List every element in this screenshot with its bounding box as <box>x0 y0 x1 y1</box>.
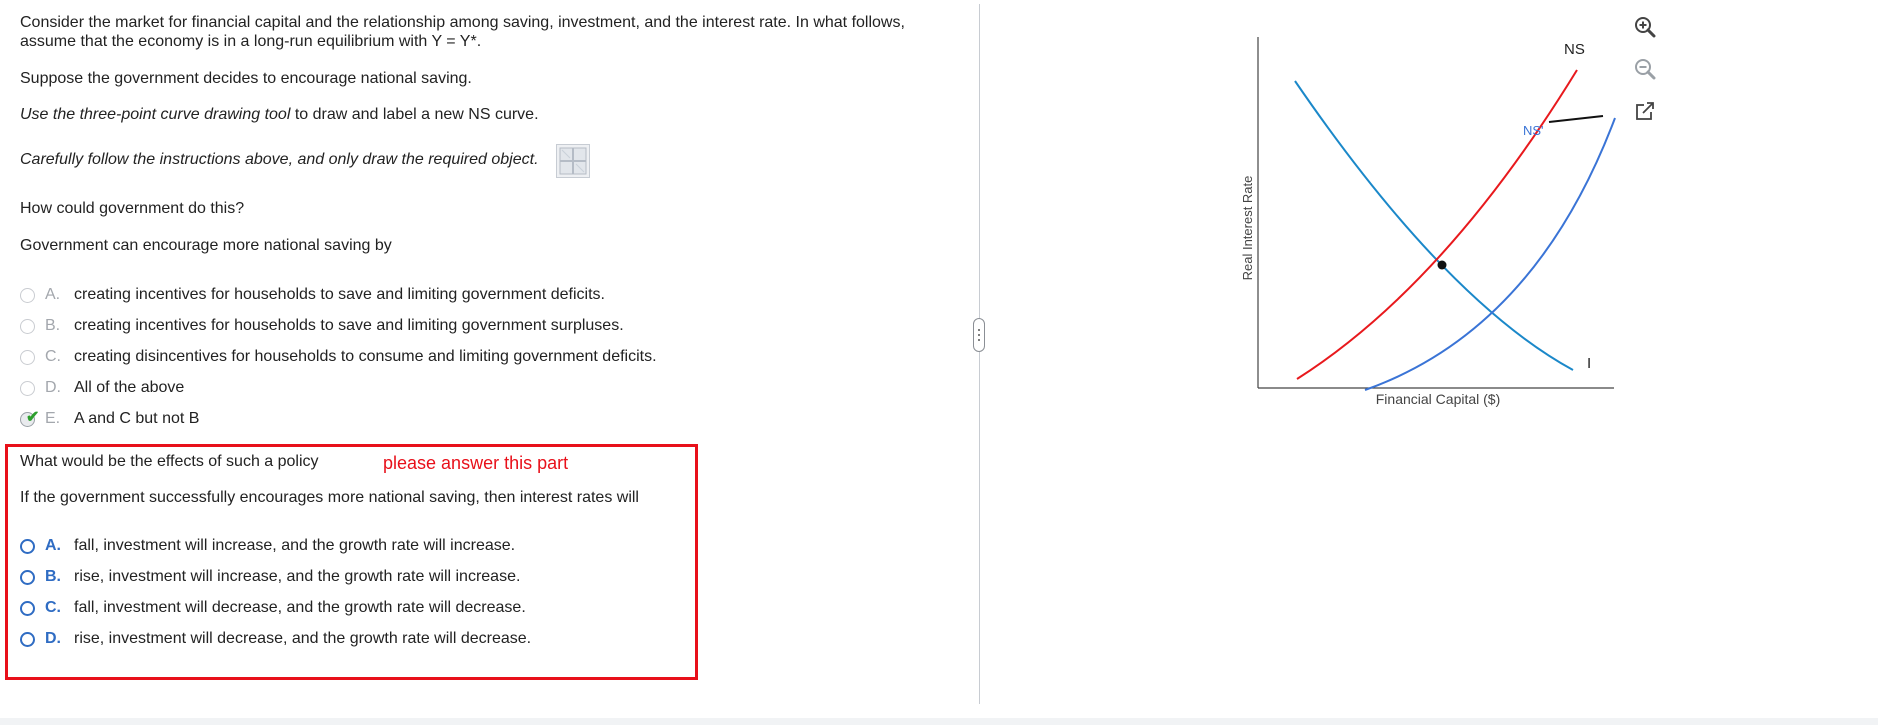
part1-question: How could government do this? <box>20 200 245 217</box>
option-text: fall, investment will decrease, and the … <box>74 599 526 616</box>
part1-option-c[interactable]: C. creating disincentives for households… <box>20 345 657 369</box>
instruction-rest: to draw and label a new NS curve. <box>290 106 539 123</box>
option-letter: A. <box>45 537 61 554</box>
option-text: creating incentives for households to sa… <box>74 286 605 303</box>
caution-text: Carefully follow the instructions above,… <box>20 151 539 168</box>
equilibrium-point[interactable] <box>1437 260 1447 270</box>
radio-button[interactable] <box>20 349 35 365</box>
y-axis-label: Real Interest Rate <box>1240 176 1255 281</box>
radio-button[interactable] <box>20 287 35 303</box>
option-letter: D. <box>45 379 61 396</box>
option-letter: C. <box>45 348 61 365</box>
part2-option-c[interactable]: C. fall, investment will decrease, and t… <box>20 596 526 620</box>
resize-handle[interactable] <box>973 318 985 352</box>
radio-button[interactable] <box>20 538 35 554</box>
radio-button[interactable] <box>20 569 35 585</box>
part2-option-b[interactable]: B. rise, investment will increase, and t… <box>20 565 520 589</box>
option-text: rise, investment will decrease, and the … <box>74 630 532 647</box>
radio-button[interactable] <box>20 600 35 616</box>
part1-option-d[interactable]: D. All of the above <box>20 376 184 400</box>
option-letter: D. <box>45 630 61 647</box>
option-letter: E. <box>45 410 61 427</box>
scenario-text: Suppose the government decides to encour… <box>20 70 472 87</box>
panel-divider <box>979 4 980 704</box>
option-text: rise, investment will increase, and the … <box>74 568 521 585</box>
option-letter: A. <box>45 286 61 303</box>
part2-stem: If the government successfully encourage… <box>20 489 639 506</box>
instruction-text: Use the three-point curve drawing tool t… <box>20 105 539 124</box>
intro-line-1: Consider the market for financial capita… <box>20 14 905 31</box>
part1-option-a[interactable]: A. creating incentives for households to… <box>20 283 605 307</box>
open-external-icon[interactable] <box>1630 96 1660 126</box>
investment-label: I <box>1587 355 1591 372</box>
radio-button[interactable] <box>20 380 35 396</box>
radio-button[interactable] <box>20 318 35 334</box>
ns-prime-label: NS' <box>1523 123 1544 138</box>
part2-option-d[interactable]: D. rise, investment will decrease, and t… <box>20 627 531 651</box>
footer-bar <box>0 718 1878 725</box>
part1-stem: Government can encourage more national s… <box>20 237 392 254</box>
option-text: creating incentives for households to sa… <box>74 317 624 334</box>
instruction-emphasis: Use the three-point curve drawing tool <box>20 106 291 123</box>
checkmark-icon: ✔ <box>26 408 40 426</box>
ns-curve <box>1296 69 1578 380</box>
intro-line-2: assume that the economy is in a long-run… <box>20 33 482 50</box>
part1-option-b[interactable]: B. creating incentives for households to… <box>20 314 624 338</box>
ns-label: NS <box>1564 41 1585 58</box>
option-text: creating disincentives for households to… <box>74 348 657 365</box>
radio-button[interactable] <box>20 631 35 647</box>
option-letter: B. <box>45 568 61 585</box>
option-letter: B. <box>45 317 61 334</box>
zoom-out-icon[interactable] <box>1630 54 1660 84</box>
part1-option-e[interactable]: ✔ E. A and C but not B <box>20 407 199 431</box>
annotation-note: please answer this part <box>383 453 569 473</box>
x-axis-label: Financial Capital ($) <box>1376 391 1501 407</box>
zoom-in-icon[interactable] <box>1630 12 1660 42</box>
radio-button-selected[interactable]: ✔ <box>20 409 39 427</box>
part2-option-a[interactable]: A. fall, investment will increase, and t… <box>20 534 515 558</box>
label-leader-line <box>1548 115 1604 123</box>
option-text: fall, investment will increase, and the … <box>74 537 516 554</box>
graph-svg[interactable]: Real Interest Rate Financial Capital ($)… <box>1240 30 1630 420</box>
part2-question: What would be the effects of such a poli… <box>20 453 319 470</box>
graph-area[interactable]: Real Interest Rate Financial Capital ($)… <box>1240 30 1630 425</box>
option-text: A and C but not B <box>74 410 200 427</box>
drawing-tool-icon[interactable] <box>556 144 590 178</box>
option-text: All of the above <box>74 379 185 396</box>
question-panel: Consider the market for financial capita… <box>0 0 980 718</box>
option-letter: C. <box>45 599 61 616</box>
ns-prime-curve <box>1364 117 1616 391</box>
